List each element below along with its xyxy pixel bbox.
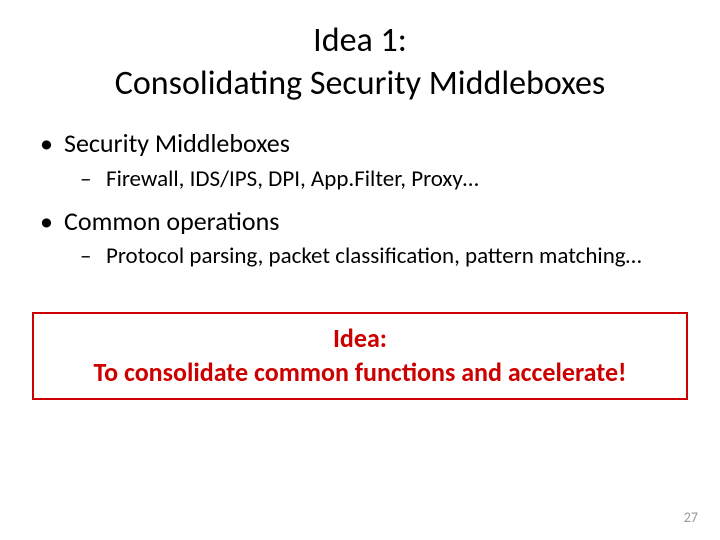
slide: Idea 1: Consolidating Security Middlebox… [0, 0, 720, 540]
bullet-text: Security Middleboxes [64, 127, 290, 159]
title-line-2: Consolidating Security Middleboxes [115, 63, 605, 104]
bullet-text: Protocol parsing, packet classification,… [106, 242, 642, 270]
bullet-level2: Protocol parsing, packet classification,… [36, 242, 690, 272]
bullet-level1: Security Middleboxes [36, 127, 690, 161]
idea-callout-box: Idea: To consolidate common functions an… [32, 312, 688, 400]
bullet-text: Common operations [64, 205, 279, 237]
bullet-text: Firewall, IDS/IPS, DPI, App.Filter, Prox… [106, 165, 479, 193]
bullet-level1: Common operations [36, 205, 690, 239]
content-area: Security Middleboxes Firewall, IDS/IPS, … [30, 127, 690, 272]
page-number: 27 [684, 509, 698, 526]
bullet-level2: Firewall, IDS/IPS, DPI, App.Filter, Prox… [36, 165, 690, 195]
title-line-1: Idea 1: [313, 20, 407, 61]
callout-title: Idea: [44, 322, 676, 356]
slide-title: Idea 1: Consolidating Security Middlebox… [30, 20, 690, 105]
callout-body: To consolidate common functions and acce… [44, 356, 676, 390]
